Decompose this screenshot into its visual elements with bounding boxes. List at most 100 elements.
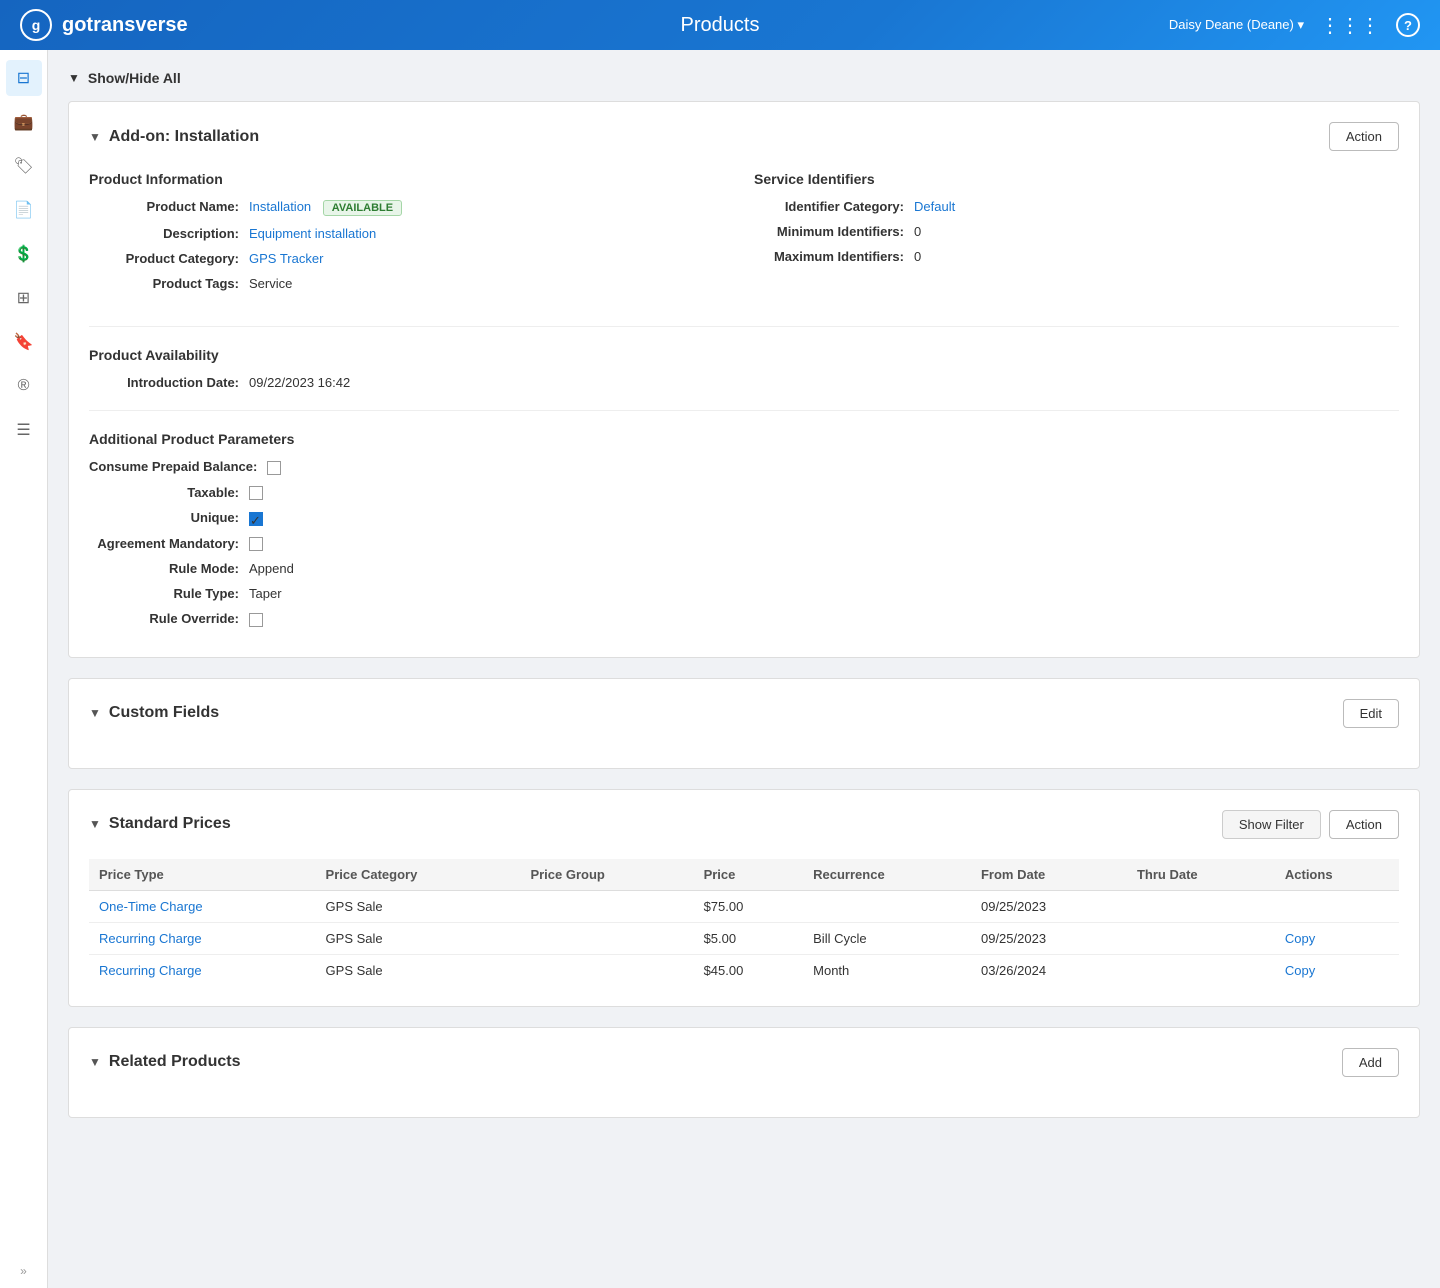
rule-mode-label: Rule Mode: [89,561,249,576]
consume-prepaid-label: Consume Prepaid Balance: [89,459,267,474]
introduction-date-label: Introduction Date: [89,375,249,390]
sidebar-item-tag2[interactable]: 🔖 [6,324,42,360]
custom-fields-arrow-icon: ▼ [89,706,101,720]
actions-cell: Copy [1275,922,1399,954]
addon-title-text: Add-on: Installation [109,128,259,146]
price-type-cell: Recurring Charge [89,954,316,986]
product-name-link[interactable]: Installation [249,199,311,214]
introduction-date-value: 09/22/2023 16:42 [249,375,1399,390]
from-date-cell: 09/25/2023 [971,890,1127,922]
sidebar: ⊟ 💼 🏷 📄 💲 ⊞ 🔖 ® ☰ » [0,50,48,1288]
price-type-cell: One-Time Charge [89,890,316,922]
show-hide-label: Show/Hide All [88,70,181,86]
actions-cell [1275,890,1399,922]
sidebar-item-document[interactable]: 📄 [6,192,42,228]
sidebar-item-grid[interactable]: ⊞ [6,280,42,316]
product-availability-title: Product Availability [89,347,1399,363]
document-icon: 📄 [14,200,34,220]
agreement-mandatory-checkbox[interactable] [249,537,263,551]
sidebar-expand-button[interactable]: » [20,1264,27,1278]
sidebar-item-briefcase[interactable]: 💼 [6,104,42,140]
col-price-category: Price Category [316,859,521,891]
price-category-cell: GPS Sale [316,890,521,922]
additional-params-title: Additional Product Parameters [89,431,1399,447]
price-group-cell [520,922,693,954]
col-from-date: From Date [971,859,1127,891]
col-recurrence: Recurrence [803,859,971,891]
description-link[interactable]: Equipment installation [249,226,376,241]
unique-row: Unique: ✓ [89,510,1399,526]
max-identifiers-label: Maximum Identifiers: [754,249,914,264]
addon-section-title: ▼ Add-on: Installation [89,128,259,146]
briefcase-icon: 💼 [14,112,34,132]
min-identifiers-label: Minimum Identifiers: [754,224,914,239]
col-actions: Actions [1275,859,1399,891]
price-group-cell [520,890,693,922]
unique-value: ✓ [249,510,1399,526]
show-hide-all-toggle[interactable]: ▼ Show/Hide All [68,70,1420,86]
show-filter-button[interactable]: Show Filter [1222,810,1321,839]
description-label: Description: [89,226,249,241]
rule-mode-row: Rule Mode: Append [89,561,1399,576]
price-type-link-1[interactable]: One-Time Charge [99,899,203,914]
col-price-group: Price Group [520,859,693,891]
standard-prices-header: ▼ Standard Prices Show Filter Action [89,810,1399,839]
product-category-value: GPS Tracker [249,251,734,266]
list-icon: ☰ [16,420,30,440]
brand-logo[interactable]: g gotransverse [20,9,188,41]
agreement-mandatory-value [249,536,1399,552]
standard-prices-section: ▼ Standard Prices Show Filter Action Pri… [68,789,1420,1007]
page-title: Products [681,14,760,37]
sidebar-item-dashboard[interactable]: ⊟ [6,60,42,96]
price-cell: $45.00 [694,954,804,986]
agreement-mandatory-row: Agreement Mandatory: [89,536,1399,552]
taxable-value [249,485,1399,501]
rule-override-value [249,611,1399,627]
max-identifiers-value: 0 [914,249,1399,264]
product-information: Product Information Product Name: Instal… [89,171,734,301]
addon-section-header: ▼ Add-on: Installation Action [89,122,1399,151]
sidebar-item-registered[interactable]: ® [6,368,42,404]
help-icon[interactable]: ? [1396,13,1420,37]
copy-link-2[interactable]: Copy [1285,963,1315,978]
consume-prepaid-checkbox[interactable] [267,461,281,475]
copy-link-1[interactable]: Copy [1285,931,1315,946]
taxable-label: Taxable: [89,485,249,500]
table-row: Recurring Charge GPS Sale $5.00 Bill Cyc… [89,922,1399,954]
consume-prepaid-row: Consume Prepaid Balance: [89,459,1399,475]
product-category-link[interactable]: GPS Tracker [249,251,323,266]
addon-action-button[interactable]: Action [1329,122,1399,151]
rule-override-row: Rule Override: [89,611,1399,627]
sidebar-item-tag[interactable]: 🏷 [6,148,42,184]
related-products-title: ▼ Related Products [89,1053,240,1071]
price-group-cell [520,954,693,986]
min-identifiers-value: 0 [914,224,1399,239]
identifier-category-label: Identifier Category: [754,199,914,214]
product-category-row: Product Category: GPS Tracker [89,251,734,266]
taxable-checkbox[interactable] [249,486,263,500]
standard-prices-action-button[interactable]: Action [1329,810,1399,839]
table-header-row: Price Type Price Category Price Group Pr… [89,859,1399,891]
apps-icon[interactable]: ⋮⋮⋮ [1320,13,1380,38]
sidebar-item-dollar[interactable]: 💲 [6,236,42,272]
price-type-link-2[interactable]: Recurring Charge [99,931,202,946]
price-cell: $5.00 [694,922,804,954]
custom-fields-edit-button[interactable]: Edit [1343,699,1399,728]
navbar: g gotransverse Products Daisy Deane (Dea… [0,0,1440,50]
standard-prices-actions: Show Filter Action [1222,810,1399,839]
registered-icon: ® [18,377,30,395]
rule-type-value: Taper [249,586,1399,601]
divider-1 [89,326,1399,327]
product-availability: Product Availability Introduction Date: … [89,347,1399,390]
unique-checkbox[interactable]: ✓ [249,512,263,526]
sidebar-item-list[interactable]: ☰ [6,412,42,448]
user-menu[interactable]: Daisy Deane (Deane) ▾ [1169,17,1304,33]
identifier-category-link[interactable]: Default [914,199,955,214]
rule-override-checkbox[interactable] [249,613,263,627]
product-category-label: Product Category: [89,251,249,266]
product-name-label: Product Name: [89,199,249,214]
recurrence-cell: Month [803,954,971,986]
related-products-add-button[interactable]: Add [1342,1048,1399,1077]
product-tags-label: Product Tags: [89,276,249,291]
price-type-link-3[interactable]: Recurring Charge [99,963,202,978]
